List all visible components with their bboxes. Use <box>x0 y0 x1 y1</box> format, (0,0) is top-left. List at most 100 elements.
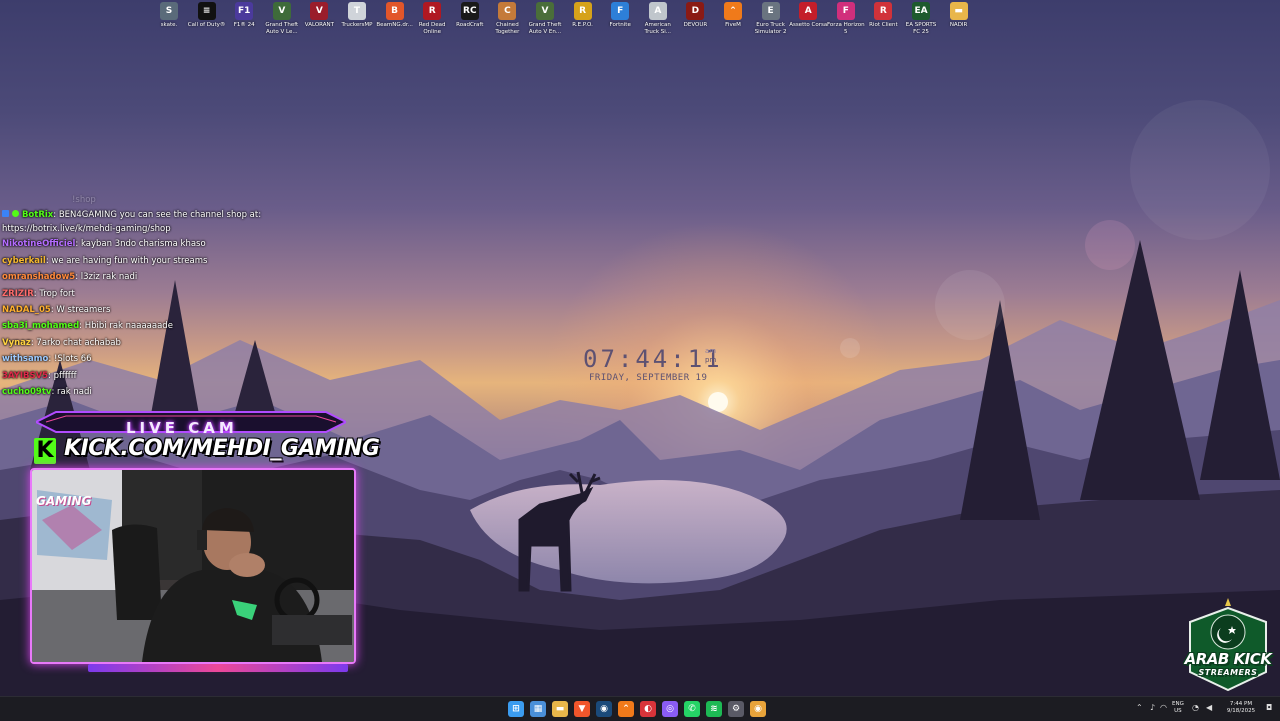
brave-browser-icon[interactable]: ▼ <box>574 701 590 717</box>
volume-icon[interactable]: ◀ <box>1206 703 1212 712</box>
chat-username: BotRix <box>21 210 54 221</box>
chat-username: ZRIZIR <box>2 288 34 299</box>
desktop-icon-euro-truck[interactable]: E Euro Truck Simulator 2 <box>752 2 790 36</box>
desktop-icon-call-of-duty[interactable]: ≡ Call of Duty® <box>188 2 226 29</box>
fortnite-icon: F <box>611 2 630 20</box>
desktop-icon-devour[interactable]: D DEVOUR <box>676 2 714 29</box>
clock-widget: 07:44:11 am pm FRIDAY, SEPTEMBER 19 <box>583 345 723 383</box>
desktop-icon-label: Euro Truck Simulator 2 <box>754 22 787 35</box>
f1-icon: F1 <box>235 2 254 20</box>
desktop-icon-assetto-corsa[interactable]: A Assetto Corsa <box>789 2 827 29</box>
overlay-bottom-bar <box>88 664 348 672</box>
desktop-icon-label: Forza Horizon 5 <box>826 22 865 35</box>
badge-emblem-icon <box>1189 598 1267 692</box>
desktop-icon-label: Fortnite <box>609 22 631 28</box>
desktop-icon-label: TruckersMP <box>341 22 373 28</box>
webcam-banner-text: GAMING <box>36 494 92 508</box>
chat-text: : rak nadi <box>51 387 92 398</box>
call-of-duty-icon: ≡ <box>197 2 216 20</box>
bot-badge-icon <box>2 210 9 218</box>
desktop-icon-label: Grand Theft Auto V Le... <box>265 22 299 35</box>
badge-title: ARAB KICK <box>1184 650 1272 668</box>
microphone-icon[interactable]: ♪ <box>1150 703 1155 712</box>
desktop-icon-repo[interactable]: R R.E.P.O. <box>564 2 602 29</box>
chat-message: withsamo: !Slots 66 <box>2 351 292 367</box>
spotify-icon[interactable]: ≋ <box>706 701 722 717</box>
desktop-icon-american-truck[interactable]: A American Truck Si... <box>639 2 677 36</box>
ea-app-icon[interactable]: ◐ <box>640 701 656 717</box>
ea-fc-icon: EA <box>912 2 930 20</box>
desktop-icon-beamng[interactable]: B BeamNG.dr... <box>376 2 414 29</box>
desktop-icon-fortnite[interactable]: F Fortnite <box>601 2 639 29</box>
chat-message: cucho09tv: rak nadi <box>2 384 292 400</box>
calendar-icon[interactable]: ▦ <box>530 701 546 717</box>
show-hidden-icons-chevron-icon[interactable]: ⌃ <box>1136 703 1143 712</box>
desktop-icon-label: Riot Client <box>869 22 898 28</box>
chat-message-list: NikotineOfficiel: kayban 3ndo charisma k… <box>2 236 292 400</box>
desktop-icon-label: DEVOUR <box>683 22 708 28</box>
clock-ampm: am pm <box>705 347 716 365</box>
chat-text: !shop <box>72 195 96 205</box>
desktop-icon-gta-v-enhanced[interactable]: V Grand Theft Auto V En... <box>526 2 564 36</box>
chat-message: cyberkail: we are having fun with your s… <box>2 253 292 269</box>
red-dead-icon: R <box>423 2 442 20</box>
gta-v-enhanced-icon: V <box>536 2 554 20</box>
clock-date: FRIDAY, SEPTEMBER 19 <box>589 373 708 383</box>
stream-chat-overlay: !shop BotRix: BEN4GAMING you can see the… <box>2 192 292 400</box>
chat-username: cyberkail <box>2 255 46 266</box>
desktop-icon-f1[interactable]: F1 F1® 24 <box>225 2 263 29</box>
chat-text: : kayban 3ndo charisma khaso <box>75 239 206 250</box>
chat-text: : Trop fort <box>33 288 75 299</box>
verified-badge-icon <box>11 210 19 218</box>
webcam-overlay: LIVE CAM K KICK.COM/MEHDI_GAMING GAMING <box>28 402 380 680</box>
chat-message: 3AYIBSV5: pffffff <box>2 368 292 384</box>
desktop-icon-label: Red Dead Online <box>418 22 446 35</box>
wifi-icon[interactable]: ◔ <box>1192 703 1199 712</box>
desktop-icon-forza-horizon[interactable]: F Forza Horizon 5 <box>827 2 865 36</box>
messenger-icon[interactable]: ◎ <box>662 701 678 717</box>
desktop-icon-red-dead[interactable]: R Red Dead Online <box>413 2 451 36</box>
desktop-icon-skate[interactable]: Sskate. <box>150 2 188 29</box>
system-tray: ⌃ ♪ ◠ ENG US ◔ ◀ 7:44 PM 9/18/2025 ◘ <box>1130 697 1280 721</box>
desktop-icon-roadcraft[interactable]: RC RoadCraft <box>451 2 489 29</box>
desktop-icon-gta-v[interactable]: V Grand Theft Auto V Le... <box>263 2 301 36</box>
desktop-icon-label: Grand Theft Auto V En... <box>528 22 562 35</box>
windows-start-icon[interactable]: ⊞ <box>508 701 524 717</box>
euro-truck-icon: E <box>761 2 780 20</box>
chat-text: : pffffff <box>48 370 77 381</box>
chat-username: withsamo <box>2 354 49 365</box>
language-indicator[interactable]: ENG US <box>1172 701 1184 715</box>
chat-text: : l3ziz rak nadi <box>75 272 138 283</box>
desktop-icon-label: VALORANT <box>304 22 334 28</box>
network-icon[interactable]: ◠ <box>1160 703 1167 712</box>
notification-bell-icon[interactable]: ◘ <box>1266 703 1272 712</box>
whatsapp-icon[interactable]: ✆ <box>684 701 700 717</box>
assetto-corsa-icon: A <box>799 2 818 20</box>
chained-together-icon: C <box>498 2 517 20</box>
settings-gear-icon[interactable]: ⚙ <box>728 701 744 717</box>
clock-pm-label: pm <box>705 356 717 364</box>
chat-message: ZRIZIR: Trop fort <box>2 286 292 302</box>
chat-text: : Hbibi rak naaaaaade <box>79 321 173 332</box>
live-cam-label: LIVE CAM <box>126 419 238 437</box>
chrome-icon[interactable]: ◉ <box>750 701 766 717</box>
beamng-icon: B <box>385 2 404 20</box>
desktop-icon-folder[interactable]: ▬ NADIR <box>940 2 978 29</box>
kick-channel-url: KICK.COM/MEHDI_GAMING <box>64 436 380 461</box>
kick-logo-icon: K <box>34 438 56 464</box>
desktop-icon-label: F1® 24 <box>233 22 255 28</box>
desktop-icon-ea-fc[interactable]: EA EA SPORTS FC 25 <box>902 2 940 36</box>
taskbar-clock[interactable]: 7:44 PM 9/18/2025 <box>1222 701 1260 715</box>
file-explorer-icon[interactable]: ▬ <box>552 701 568 717</box>
chat-text: : we are having fun with your streams <box>45 255 208 266</box>
desktop-icon-chained-together[interactable]: C Chained Together <box>488 2 526 36</box>
steam-icon[interactable]: ◉ <box>596 701 612 717</box>
desktop-icon-fivem[interactable]: ⌃ FiveM <box>714 2 752 29</box>
desktop-icon-label: RoadCraft <box>456 22 484 28</box>
fivem-taskbar-icon[interactable]: ⌃ <box>618 701 634 717</box>
chat-username: omranshadow5 <box>2 272 76 283</box>
desktop-icon-valorant[interactable]: V VALORANT <box>300 2 338 29</box>
desktop-icon-label: skate. <box>160 22 178 28</box>
desktop-icon-riot-client[interactable]: R Riot Client <box>864 2 902 29</box>
desktop-icon-truckersmp[interactable]: T TruckersMP <box>338 2 376 29</box>
